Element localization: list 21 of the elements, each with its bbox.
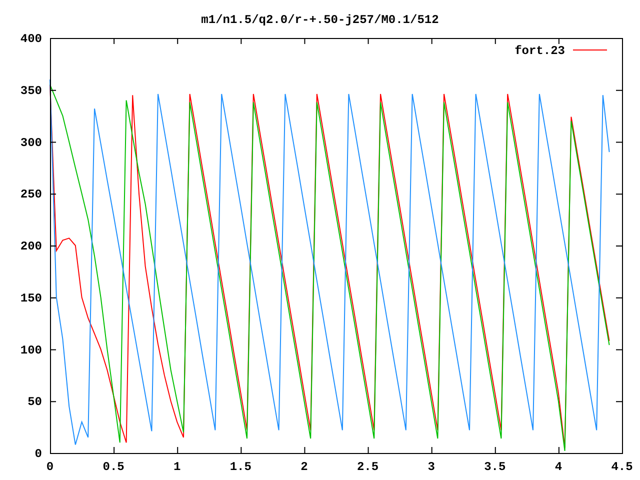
tick-label: 150 <box>20 291 42 306</box>
tick-label: 100 <box>20 343 42 358</box>
tick-label: 3.5 <box>484 460 506 474</box>
tick-label: 200 <box>20 240 42 254</box>
tick-label: 4 <box>554 460 562 474</box>
tick-label: 2 <box>300 460 308 474</box>
tick-label: 4.5 <box>611 460 633 474</box>
tick-label: 250 <box>20 188 42 202</box>
tick-label: 0 <box>46 460 54 474</box>
tick-label: 1 <box>174 460 181 474</box>
tick-label: 0 <box>34 447 42 461</box>
tick-label: 400 <box>20 32 42 46</box>
tick-label: 0.5 <box>102 460 124 474</box>
tick-label: 2.5 <box>356 460 379 474</box>
tick-label: 300 <box>20 136 42 150</box>
tick-label: 1.5 <box>230 460 252 474</box>
chart-title: m1/n1.5/q2.0/r-+.50-j257/M0.1/512 <box>201 13 439 27</box>
tick-label: 350 <box>20 84 42 98</box>
tick-label: 50 <box>28 395 42 410</box>
legend-label: fort.23 <box>514 44 565 58</box>
tick-label: 3 <box>428 460 435 474</box>
